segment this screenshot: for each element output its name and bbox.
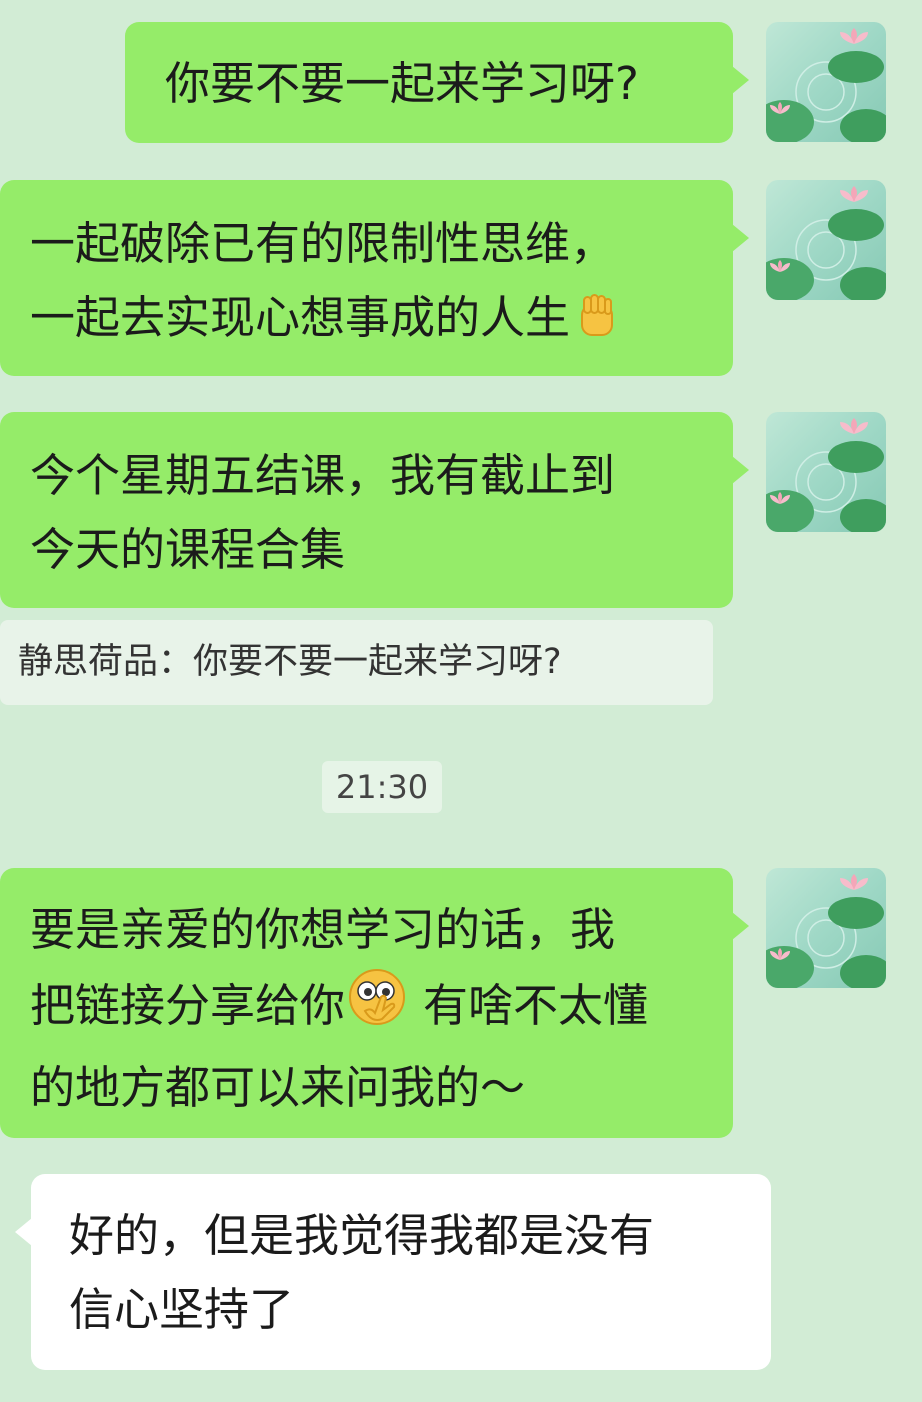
message-text-line-2: 一起去实现心想事成的人生 [30, 281, 733, 363]
timestamp: 21:30 [322, 761, 442, 813]
message-text-line-1: 一起破除已有的限制性思维， [30, 217, 616, 270]
chat-area[interactable]: 你要不要一起来学习呀? 一起破除已有的限制性思维， 一起去实现心想事成的人生 今… [0, 0, 922, 1402]
message-text-line-3: 的地方都可以来问我的～ [30, 1061, 526, 1114]
outgoing-message-4[interactable]: 要是亲爱的你想学习的话，我 把链接分享给你 有啥不太懂 的地方都可以来问我的～ [0, 868, 749, 1138]
message-text-line-2: 信心坚持了 [69, 1283, 295, 1336]
message-text-line-1: 今个星期五结课，我有截止到 [30, 449, 616, 502]
avatar-lotus[interactable] [766, 180, 886, 300]
incoming-message-1[interactable]: 好的，但是我觉得我都是没有 信心坚持了 [15, 1174, 771, 1370]
quote-text: 你要不要一起来学习呀? [193, 642, 562, 682]
outgoing-message-1[interactable]: 你要不要一起来学习呀? [125, 22, 749, 143]
lotus-avatar-image [766, 186, 886, 300]
quoted-message[interactable]: 静思荷品：你要不要一起来学习呀? [0, 620, 713, 705]
message-text-line-1: 要是亲爱的你想学习的话，我 [30, 903, 616, 956]
outgoing-message-2[interactable]: 一起破除已有的限制性思维， 一起去实现心想事成的人生 [0, 180, 749, 376]
thinking-hand-emoji [347, 967, 409, 1051]
lotus-avatar-image [766, 28, 886, 142]
raised-fist-emoji [572, 289, 622, 363]
avatar-lotus[interactable] [766, 868, 886, 988]
outgoing-message-3[interactable]: 今个星期五结课，我有截止到 今天的课程合集 [0, 412, 749, 608]
message-text-line-2: 把链接分享给你 有啥不太懂 [30, 967, 733, 1051]
message-text-line-2: 今天的课程合集 [30, 523, 346, 576]
message-text: 你要不要一起来学习呀? [165, 57, 639, 110]
message-text-line-1: 好的，但是我觉得我都是没有 [69, 1209, 655, 1262]
quote-separator: ： [158, 642, 194, 682]
lotus-avatar-image [766, 874, 886, 988]
quote-sender: 静思荷品 [18, 642, 159, 682]
avatar-lotus[interactable] [766, 412, 886, 532]
lotus-avatar-image [766, 418, 886, 532]
avatar-lotus[interactable] [766, 22, 886, 142]
